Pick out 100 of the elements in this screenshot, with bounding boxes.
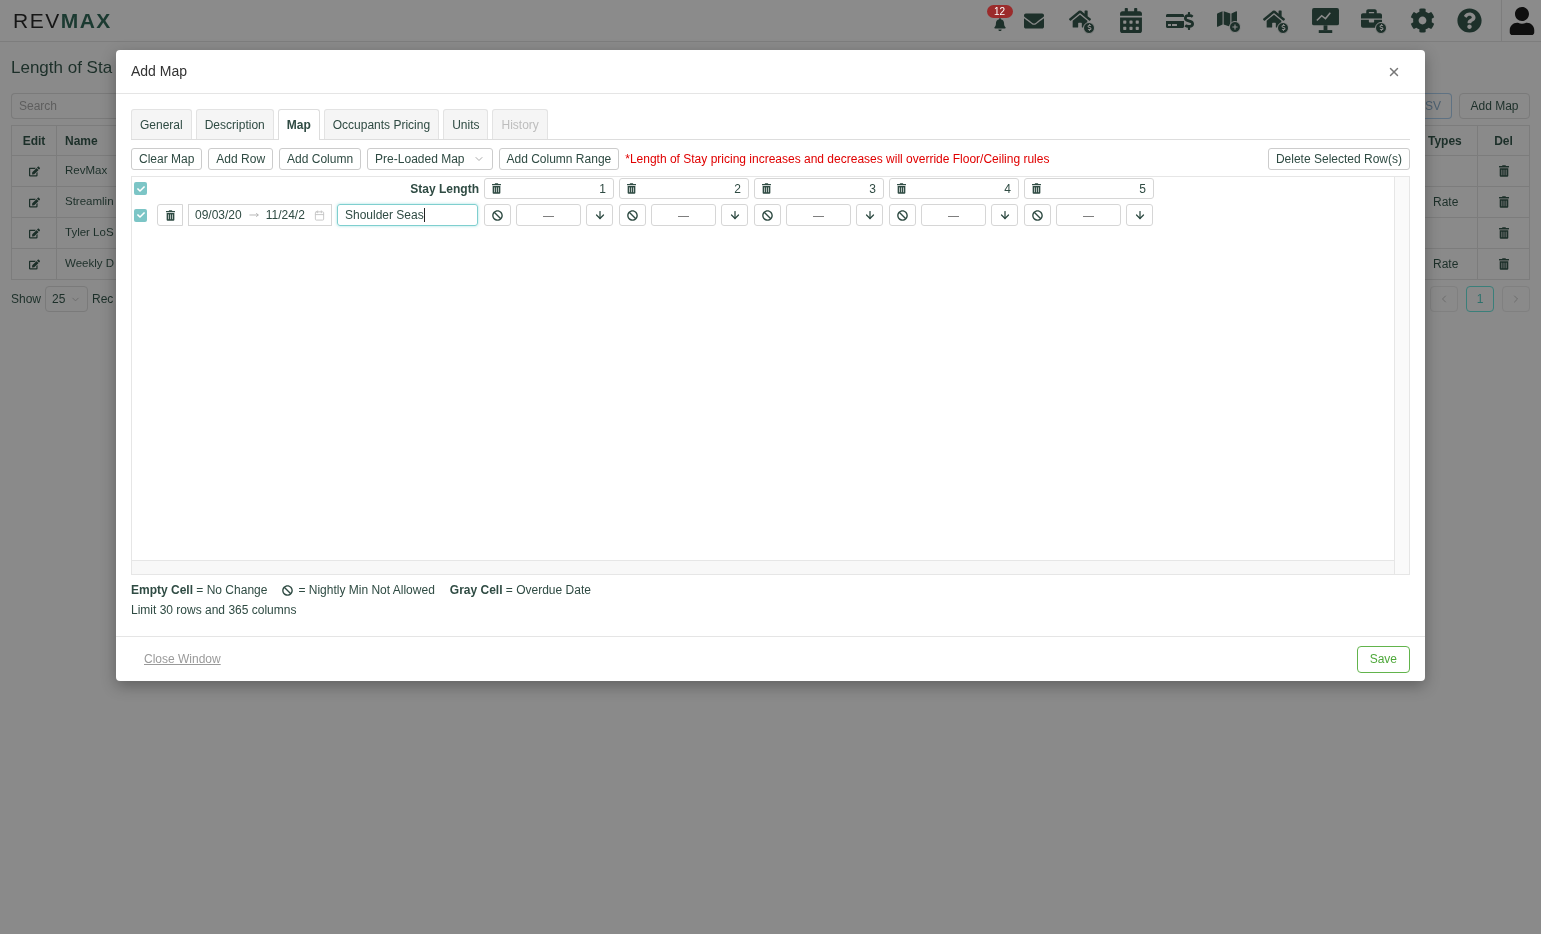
legend-text: Gray Cell = Overdue Date [449,584,591,597]
column-header: Edit [22,132,46,150]
preloaded-map-dropdown[interactable]: Pre-Loaded Map [367,148,493,170]
prohibited-icon [1032,209,1043,221]
add-map-button[interactable]: Add Map [1459,93,1530,119]
decrease-button[interactable] [1126,204,1153,226]
records-label: Rec [92,291,114,308]
decrease-button[interactable] [721,204,748,226]
notification-badge: 12 [986,4,1013,18]
prohibited-icon [897,209,908,221]
toolbar-button[interactable]: Add Row [208,148,274,170]
table-cell-text: RevMax [65,163,108,179]
not-allowed-button[interactable] [484,204,511,226]
delete-row-button[interactable] [157,204,183,226]
decrease-button[interactable] [991,204,1018,226]
text-cursor [423,208,425,222]
prohibited-icon [627,209,638,221]
legend-text: Empty Cell = No Change [131,584,268,597]
decrease-button[interactable] [586,204,613,226]
price-input[interactable]: — [1056,204,1121,226]
tab[interactable]: Occupants Pricing [323,109,440,139]
checkmark-icon [136,184,145,193]
arrow-down-icon [593,209,606,221]
trash-icon[interactable] [1498,227,1509,239]
trash-icon[interactable] [627,183,636,194]
edit-icon[interactable] [28,258,40,270]
stay-length-input[interactable]: 1 [484,178,614,199]
not-allowed-button[interactable] [1024,204,1051,226]
arrow-right-icon [247,210,260,220]
checkbox[interactable] [134,208,147,222]
trash-icon[interactable] [1032,183,1041,194]
page-size-select[interactable]: 25 [45,286,89,312]
prohibited-icon [282,585,294,596]
tab[interactable]: Map [277,109,320,140]
trash-icon[interactable] [897,183,906,194]
checkbox[interactable] [134,182,147,195]
stay-length-input[interactable]: 4 [889,178,1019,199]
column-header: Types [1428,132,1462,150]
briefcase-dollar-icon[interactable] [1361,7,1387,34]
trash-icon[interactable] [492,183,501,194]
column-header: Del [1494,132,1513,150]
trash-icon[interactable] [1498,196,1509,208]
tab[interactable]: General [131,109,192,139]
edit-icon[interactable] [28,227,40,239]
not-allowed-button[interactable] [619,204,646,226]
arrow-down-icon [728,209,741,221]
stay-length-input[interactable]: 5 [1024,178,1154,199]
dialog-title: Add Map [131,62,188,81]
not-allowed-button[interactable] [754,204,781,226]
price-input[interactable]: — [786,204,851,226]
trash-icon[interactable] [762,183,771,194]
delete-rows-button[interactable]: Delete Selected Row(s) [1267,148,1410,170]
user-icon[interactable] [1508,6,1536,35]
price-input[interactable]: — [516,204,581,226]
table-cell-text: Rate [1433,194,1459,211]
arrow-down-icon [1133,209,1146,221]
tab[interactable]: Units [443,109,489,139]
stay-length-input[interactable]: 3 [754,178,884,199]
settings-icon[interactable] [1409,8,1435,33]
legend-text: = Nightly Min Not Allowed [298,584,435,597]
tab[interactable]: Description [195,109,274,139]
name-input[interactable]: Shoulder Seas [337,204,478,226]
vertical-scrollbar[interactable] [1394,177,1409,574]
trash-icon[interactable] [1498,258,1509,270]
show-label: Show [11,291,42,308]
card-dollar-icon[interactable] [1166,9,1194,32]
stay-length-label: Stay Length [410,180,479,198]
monitor-chart-icon[interactable] [1311,8,1339,33]
date-range-field[interactable]: 09/03/20 11/24/2 [188,204,332,226]
bell-icon[interactable] [992,17,1007,31]
horizontal-scrollbar[interactable] [132,560,1394,574]
logo: REVMAX [13,8,112,33]
toolbar-button[interactable]: Clear Map [131,148,203,170]
prohibited-icon [492,209,503,221]
toolbar-button[interactable]: Add Column Range [498,148,620,170]
house-dollar-icon[interactable] [1263,7,1289,34]
table-cell-text: Tyler LoS [65,225,114,241]
calendar-icon[interactable] [1117,8,1144,33]
help-icon[interactable] [1457,8,1482,33]
not-allowed-button[interactable] [889,204,916,226]
trash-icon [165,209,175,221]
end-date: 11/24/2 [265,207,305,224]
limit-note: Limit 30 rows and 365 columns [131,604,298,617]
checkmark-icon [136,211,145,219]
trash-icon[interactable] [1498,165,1509,177]
map-plus-icon[interactable] [1216,8,1241,33]
price-input[interactable]: — [921,204,986,226]
toolbar-button[interactable]: Add Column [279,148,362,170]
decrease-button[interactable] [856,204,883,226]
table-cell-text: Streamlin [65,194,114,210]
price-input[interactable]: — [651,204,716,226]
column-header: Name [65,132,98,150]
house-dollar-icon[interactable] [1069,7,1095,34]
arrow-down-icon [998,209,1011,221]
edit-icon[interactable] [28,165,40,177]
stay-length-input[interactable]: 2 [619,178,749,199]
table-cell-text: Rate [1433,256,1459,273]
warning-text: *Length of Stay pricing increases and decreases will override Floor/Ceiling rules [625,151,1050,168]
table-cell-text: Weekly D [65,256,114,272]
edit-icon[interactable] [28,196,40,208]
